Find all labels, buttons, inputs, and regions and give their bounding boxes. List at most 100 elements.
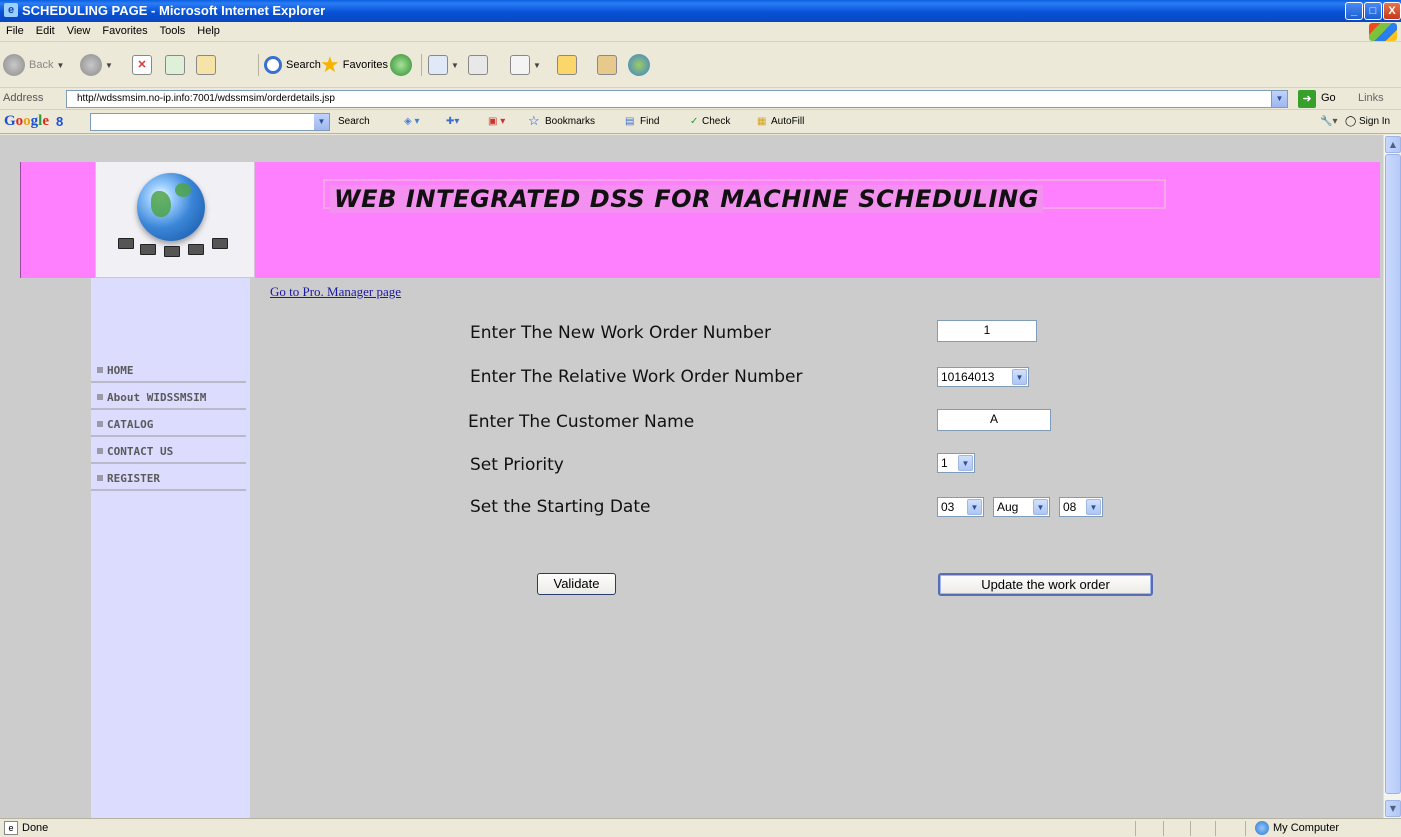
globe-icon	[137, 173, 205, 241]
chevron-down-icon: ▼	[1012, 369, 1027, 385]
chevron-down-icon: ▼	[967, 499, 982, 515]
links-button[interactable]: Links	[1358, 92, 1384, 104]
menu-favorites[interactable]: Favorites	[96, 22, 153, 37]
nav-about[interactable]: About WIDSSMSIM	[91, 385, 246, 410]
window-title-bar[interactable]: e SCHEDULING PAGE - Microsoft Internet E…	[0, 0, 1401, 22]
edit-page-icon	[510, 55, 530, 75]
refresh-button[interactable]	[165, 52, 185, 78]
address-dropdown-icon[interactable]: ▼	[1271, 91, 1287, 107]
computer-zone-icon	[1255, 821, 1269, 835]
settings-wrench-icon[interactable]: 🔧▾	[1320, 116, 1337, 127]
home-icon	[196, 55, 216, 75]
star-icon: ★	[320, 52, 340, 77]
menu-edit[interactable]: Edit	[30, 22, 61, 37]
bullet-icon	[97, 394, 103, 400]
google-search-input[interactable]: ▼	[90, 113, 330, 131]
autofill-button[interactable]: AutoFill	[771, 116, 804, 127]
close-button[interactable]: X	[1383, 2, 1401, 20]
home-button[interactable]	[196, 52, 216, 78]
go-arrow-icon[interactable]: ➜	[1298, 90, 1316, 108]
bullet-icon	[97, 475, 103, 481]
sidebar: HOME About WIDSSMSIM CATALOG CONTACT US …	[91, 278, 250, 818]
scrollbar-thumb[interactable]	[1385, 154, 1401, 794]
history-button[interactable]	[390, 52, 412, 78]
search-button[interactable]: Search	[264, 52, 321, 78]
nav-catalog-label: CATALOG	[107, 418, 154, 431]
menu-help[interactable]: Help	[191, 22, 226, 37]
start-month-select[interactable]: Aug ▼	[993, 497, 1050, 517]
spellcheck-icon: ✓	[690, 116, 699, 127]
back-dropdown-icon[interactable]: ▼	[56, 61, 64, 70]
validate-button[interactable]: Validate	[537, 573, 616, 595]
bookmarks-button[interactable]: Bookmarks	[545, 116, 595, 127]
pro-manager-link[interactable]: Go to Pro. Manager page	[270, 284, 401, 300]
mail-dropdown-icon[interactable]: ▼	[451, 61, 459, 70]
bullet-icon	[97, 448, 103, 454]
back-button[interactable]: Back ▼	[3, 52, 64, 78]
address-input[interactable]: http//wdssmsim.no-ip.info:7001/wdssmsim/…	[66, 90, 1288, 108]
menu-view[interactable]: View	[61, 22, 97, 37]
bullet-icon	[97, 367, 103, 373]
maximize-button[interactable]: □	[1364, 2, 1382, 20]
scroll-up-icon[interactable]: ▲	[1385, 136, 1401, 153]
find-button[interactable]: Find	[640, 116, 659, 127]
nav-contact-us[interactable]: CONTACT US	[91, 439, 246, 464]
find-icon: ▤	[625, 116, 635, 127]
work-order-label: Enter The New Work Order Number	[470, 323, 771, 343]
print-button[interactable]	[468, 52, 488, 78]
check-button[interactable]: Check	[702, 116, 730, 127]
forward-button[interactable]: ▼	[80, 52, 113, 78]
messenger-icon	[628, 54, 650, 76]
nav-home[interactable]: HOME	[91, 358, 246, 383]
sign-in-button[interactable]: ◯ Sign In	[1345, 116, 1390, 127]
popup-blocker-icon[interactable]: ▣ ▾	[488, 116, 505, 127]
edit-dropdown-icon[interactable]: ▼	[533, 61, 541, 70]
favorites-label: Favorites	[342, 59, 388, 71]
minimize-button[interactable]: _	[1345, 2, 1363, 20]
google-pagerank-icon[interactable]: 8	[56, 114, 63, 129]
menu-bar: File Edit View Favorites Tools Help	[0, 22, 1401, 42]
mail-button[interactable]: ▼	[428, 52, 459, 78]
nav-register[interactable]: REGISTER	[91, 466, 246, 491]
sign-in-label: Sign In	[1358, 116, 1391, 127]
google-search-dropdown-icon[interactable]: ▼	[314, 114, 329, 130]
google-options-icon[interactable]: ◈ ▾	[404, 116, 420, 127]
banner-title: WEB INTEGRATED DSS FOR MACHINE SCHEDULIN…	[330, 185, 1044, 213]
menu-tools[interactable]: Tools	[154, 22, 192, 37]
nav-catalog[interactable]: CATALOG	[91, 412, 246, 437]
back-label: Back	[29, 59, 54, 71]
windows-logo-icon	[1369, 23, 1397, 41]
menu-file[interactable]: File	[0, 22, 30, 37]
refresh-icon	[165, 55, 185, 75]
forward-arrow-icon	[80, 54, 102, 76]
scroll-down-icon[interactable]: ▼	[1385, 800, 1401, 817]
relative-order-select[interactable]: 10164013 ▼	[937, 367, 1029, 387]
nav-home-label: HOME	[107, 364, 134, 377]
forward-dropdown-icon[interactable]: ▼	[105, 61, 113, 70]
google-logo[interactable]: Google	[4, 113, 49, 130]
vertical-scrollbar[interactable]: ▲ ▼	[1383, 135, 1401, 818]
start-year-select[interactable]: 08 ▼	[1059, 497, 1103, 517]
relative-order-label: Enter The Relative Work Order Number	[470, 367, 803, 387]
messenger-button[interactable]	[628, 52, 650, 78]
page-done-icon: e	[4, 821, 18, 835]
research-icon	[597, 55, 617, 75]
banner-left-edge	[20, 162, 23, 278]
research-button[interactable]	[597, 52, 617, 78]
priority-select[interactable]: 1 ▼	[937, 453, 975, 473]
google-search-button[interactable]: Search	[338, 116, 370, 127]
address-label: Address	[3, 92, 44, 104]
discuss-button[interactable]	[557, 52, 577, 78]
edit-button[interactable]: ▼	[510, 52, 541, 78]
favorites-button[interactable]: ★ Favorites	[320, 52, 388, 78]
start-day-select[interactable]: 03 ▼	[937, 497, 984, 517]
stop-button[interactable]: ✕	[132, 52, 152, 78]
chevron-down-icon: ▼	[958, 455, 973, 471]
update-work-order-button[interactable]: Update the work order	[938, 573, 1153, 596]
google-plus-icon[interactable]: ✚▾	[446, 116, 459, 127]
work-order-input[interactable]: 1	[937, 320, 1037, 342]
customer-name-input[interactable]: A	[937, 409, 1051, 431]
go-button[interactable]: Go	[1321, 92, 1336, 104]
network-laptops-icon	[118, 232, 232, 258]
navigation-toolbar: Back ▼ ▼ ✕ Search ★ Favorites ▼ ▼	[0, 42, 1401, 88]
